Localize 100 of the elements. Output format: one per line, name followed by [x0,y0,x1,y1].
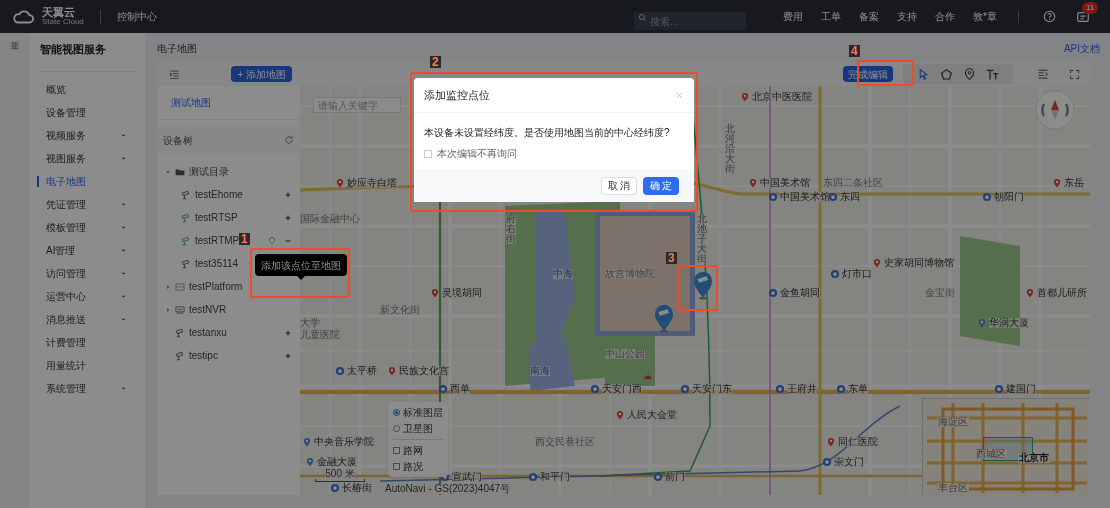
api-docs-link[interactable]: API文档 [1063,41,1100,56]
tree-node-label[interactable]: testPlatform [189,279,243,294]
sidebar-item[interactable]: 计费管理 [40,330,135,354]
cancel-button[interactable]: 取 消 [601,176,637,195]
map-label: 南海 [530,366,550,376]
subway-station-icon [994,384,1004,394]
collapse-list-icon[interactable] [1037,68,1049,80]
map-label: 妙应寺白塔 [347,178,397,188]
grid-menu-icon[interactable] [10,41,20,51]
poi-marker-icon [430,288,440,298]
map-label: 东四 [840,192,860,202]
help-icon[interactable] [1043,10,1056,23]
subway-station-icon [830,269,840,279]
checkbox[interactable] [424,149,432,158]
map-label: 西交民巷社区 [535,437,595,447]
map-label: 太平桥 [347,366,377,376]
header-link[interactable]: 合作 [930,9,961,24]
street-label: 北池子大街 [697,214,707,264]
subway-station-icon [590,384,600,394]
refresh-icon[interactable] [284,135,294,145]
header-link[interactable]: 费用 [778,9,809,24]
sidebar-item[interactable]: 模板管理 [40,215,135,239]
sidebar-item[interactable]: 视图服务 [40,146,135,170]
add-icon[interactable] [284,351,292,360]
tree-node-label[interactable]: testNVR [189,302,227,317]
radio-button[interactable] [393,409,400,416]
sidebar-item[interactable]: 消息推送 [40,307,135,331]
subway-station-icon [335,366,345,376]
location-pin-icon[interactable] [963,67,976,81]
add-map-button[interactable]: + 添加地图 [231,66,292,82]
caret-down-icon[interactable] [165,168,171,175]
poi-marker-icon [748,178,758,188]
tree-node-label[interactable]: testEhome [195,187,243,202]
dialog-message: 本设备未设置经纬度。是否使用地图当前的中心经纬度? [424,126,671,140]
camera-marker-icon[interactable] [692,270,714,300]
subway-station-icon [653,472,663,482]
pentagon-icon[interactable] [940,67,953,81]
map-label: 崇文门 [834,457,864,467]
compass-icon[interactable] [1035,90,1075,130]
tree-node-label[interactable]: testRTMP [195,233,240,248]
sidebar-item[interactable]: 电子地图 [40,169,135,193]
caret-right-icon[interactable] [165,306,171,313]
map-label: 宣武门 [452,472,482,482]
subway-station-icon [836,384,846,394]
pointer-icon[interactable] [917,67,930,81]
caret-right-icon[interactable] [165,283,171,290]
map-label: 长椿街 [342,483,372,493]
logo-subtext: State Cloud [42,18,84,26]
checkbox[interactable] [393,447,400,454]
poi-marker-icon [826,437,836,447]
tree-node-label[interactable]: testRTSP [195,210,238,225]
subway-station-icon [768,192,778,202]
add-icon[interactable] [284,213,292,222]
text-size-icon[interactable] [986,67,999,81]
map-label: 东岳 [1064,178,1084,188]
map-label: 华润大厦 [989,318,1029,328]
message-icon[interactable] [1076,9,1090,24]
minimap-label: 丰台区 [937,483,969,493]
tree-node-label[interactable]: test35114 [195,256,239,271]
annotation-number: 2 [430,56,441,68]
sidebar-item[interactable]: 设备管理 [40,100,135,124]
sidebar-item[interactable]: 概览 [40,77,135,101]
header-link[interactable]: 敦*章 [968,9,1002,24]
sidebar-item[interactable]: 系统管理 [40,376,135,400]
radio-label: 卫星图 [403,422,433,436]
header-link[interactable]: 支持 [892,9,923,24]
header-link[interactable]: 工单 [816,9,847,24]
header-link[interactable]: 备案 [854,9,885,24]
sidebar-item[interactable]: AI管理 [40,238,135,262]
checkbox-label: 路况 [403,460,423,474]
camera-marker-icon[interactable] [653,303,675,333]
poi-marker-icon [740,92,750,102]
map-label: 金鱼胡同 [780,288,820,298]
sidebar-item[interactable]: 运营中心 [40,284,135,308]
tree-node-label[interactable]: testipc [189,348,218,363]
minimap-label: 西城区 [975,449,1007,459]
tree-node-label[interactable]: testanxu [189,325,227,340]
list-indent-icon[interactable] [169,68,180,80]
sidebar-item[interactable]: 用量统计 [40,353,135,377]
poi-marker-icon [387,366,397,376]
tree-node-label[interactable]: 测试目录 [189,164,229,179]
sidebar-item[interactable]: 访问管理 [40,261,135,285]
map-label: 灵境胡同 [442,288,482,298]
checkbox[interactable] [393,463,400,470]
map-label: 前门 [665,472,685,482]
sidebar-item[interactable]: 凭证管理 [40,192,135,216]
subway-station-icon [822,457,832,467]
sidebar-item[interactable]: 视频服务 [40,123,135,147]
landmark-icon [643,373,653,379]
confirm-button[interactable]: 确 定 [643,176,679,195]
add-icon[interactable] [284,328,292,337]
server-icon [175,281,185,292]
close-icon[interactable] [675,90,684,100]
fullscreen-icon[interactable] [1069,68,1080,80]
map-label: 中国美术馆 [780,192,830,202]
map-label: 灯市口 [842,269,872,279]
add-icon[interactable] [284,190,292,199]
map-list-item[interactable]: 测试地图 [171,95,211,110]
map-label: 中海 [553,269,573,279]
annotation-frame [857,60,914,86]
